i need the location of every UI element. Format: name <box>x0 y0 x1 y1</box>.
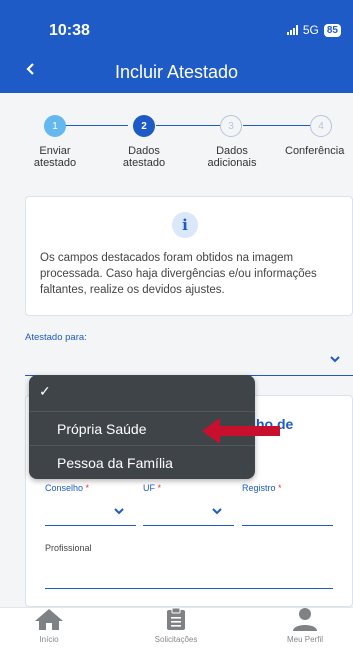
option-pessoa-da-familia[interactable]: Pessoa da Família <box>29 445 255 479</box>
registro-label: Registro * <box>242 483 282 493</box>
stepper-connector <box>56 125 128 126</box>
info-message: Os campos destacados foram obtidos na im… <box>40 252 317 296</box>
network-label: 5G <box>302 23 319 37</box>
stepper-connector <box>243 125 311 126</box>
chevron-down-icon[interactable] <box>212 507 222 518</box>
profissional-input[interactable] <box>45 588 333 589</box>
status-indicators: 5G 85 <box>286 23 341 37</box>
stepper-connector <box>156 125 220 126</box>
red-arrow-icon <box>202 418 280 444</box>
step-3-circle[interactable]: 3 <box>220 115 242 137</box>
home-icon <box>35 609 63 630</box>
info-icon: i <box>172 212 198 238</box>
conselho-select[interactable] <box>45 525 136 526</box>
tab-inicio[interactable]: Início <box>16 607 82 657</box>
tab-meu-perfil[interactable]: Meu Perfil <box>272 607 338 657</box>
profissional-label: Profissional <box>45 543 92 553</box>
uf-label: UF * <box>143 483 162 493</box>
dropdown-empty-option[interactable]: ✓ <box>29 375 255 407</box>
check-icon: ✓ <box>39 382 51 399</box>
step-4-label: Conferência <box>285 145 345 157</box>
uf-select[interactable] <box>143 525 234 526</box>
tab-solicitacoes[interactable]: Solicitações <box>141 607 211 657</box>
chevron-down-icon[interactable] <box>114 507 124 518</box>
atestado-para-label: Atestado para: <box>25 332 87 343</box>
step-3-label: Dados adicionais <box>207 145 257 169</box>
step-1-label: Enviar atestado <box>33 145 77 169</box>
page-title: Incluir Atestado <box>114 62 239 82</box>
registro-input[interactable] <box>242 525 333 526</box>
step-2-label: Dados atestado <box>122 145 166 169</box>
step-2-circle[interactable]: 2 <box>133 115 155 137</box>
conselho-label: Conselho * <box>45 483 90 493</box>
signal-icon <box>286 25 298 35</box>
step-1-circle[interactable]: 1 <box>44 115 66 137</box>
status-time: 10:38 <box>49 22 90 39</box>
chevron-down-icon[interactable] <box>330 355 342 365</box>
user-icon <box>293 608 317 631</box>
battery-icon: 85 <box>323 23 341 37</box>
clipboard-icon <box>167 607 185 630</box>
step-4-circle[interactable]: 4 <box>310 115 332 137</box>
